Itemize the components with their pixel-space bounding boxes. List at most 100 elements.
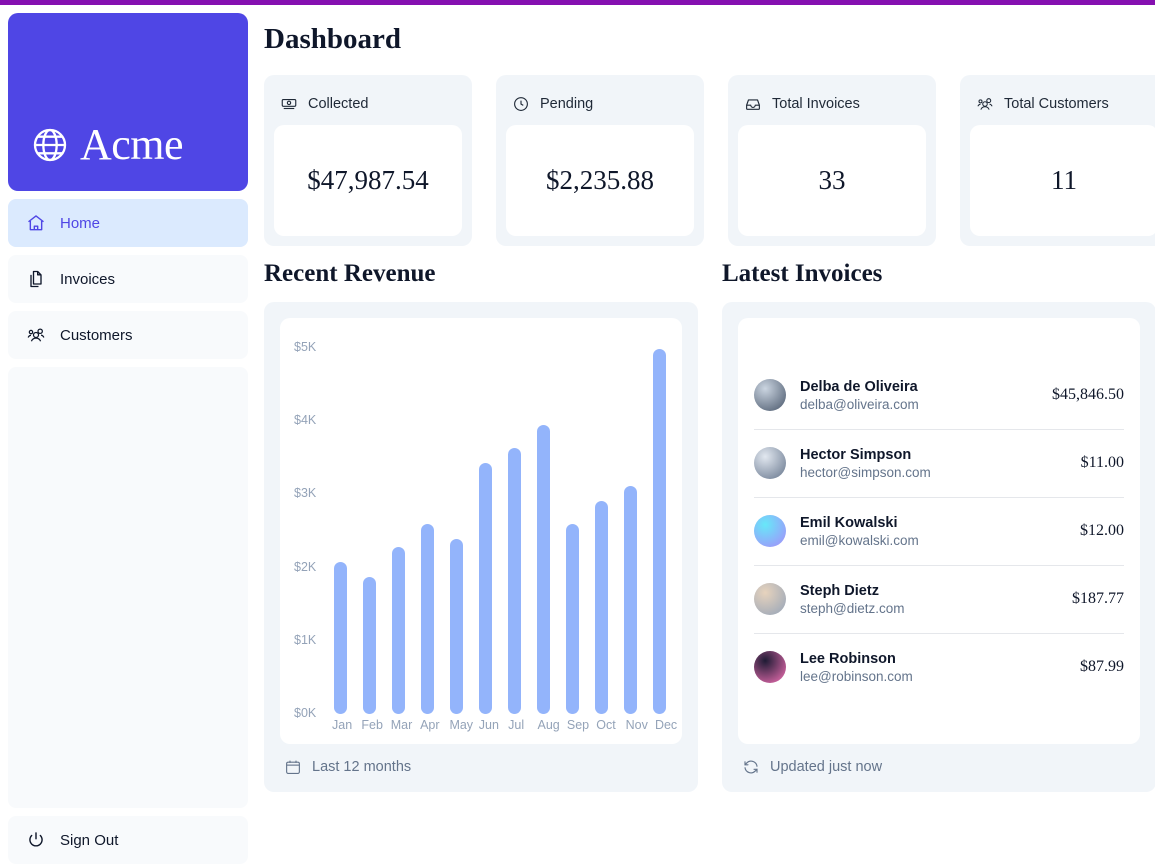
chart-bar bbox=[537, 425, 550, 714]
chart-x-tick: Mar bbox=[390, 718, 413, 732]
document-duplicate-icon bbox=[26, 269, 46, 289]
power-icon bbox=[26, 830, 46, 850]
chart-x-tick: May bbox=[449, 718, 474, 732]
sidebar: Acme Home Invoices Customers Sign Out bbox=[0, 5, 256, 864]
invoice-customer-name: Lee Robinson bbox=[800, 650, 896, 667]
calendar-icon bbox=[284, 758, 302, 776]
chart-bar bbox=[653, 349, 666, 714]
chart-x-tick: Oct bbox=[596, 718, 616, 732]
chart-x-axis: Jan Feb Mar Apr May Jun Jul Aug Sep Oct Nov Dec bbox=[332, 714, 678, 736]
invoice-meta: Emil Kowalski emil@kowalski.com bbox=[800, 515, 1066, 548]
revenue-title: Recent Revenue bbox=[264, 260, 436, 287]
avatar bbox=[754, 447, 786, 479]
sign-out-label: Sign Out bbox=[60, 831, 119, 849]
invoices-footer-label: Updated just now bbox=[770, 759, 883, 775]
invoice-customer-name: Steph Dietz bbox=[800, 582, 879, 599]
invoice-customer-email: hector@simpson.com bbox=[800, 464, 931, 480]
top-loading-bar bbox=[0, 0, 1155, 5]
invoice-row[interactable]: Emil Kowalski emil@kowalski.com $12.00 bbox=[754, 496, 1124, 565]
sidebar-spacer bbox=[8, 367, 248, 808]
sidebar-item-customers[interactable]: Customers bbox=[8, 311, 248, 359]
invoice-row[interactable]: Steph Dietz steph@dietz.com $187.77 bbox=[754, 564, 1124, 633]
chart-x-tick: Jun bbox=[478, 718, 499, 732]
chart-x-tick: Dec bbox=[654, 718, 678, 732]
brand-name: Acme bbox=[80, 120, 184, 169]
home-icon bbox=[26, 213, 46, 233]
invoice-customer-email: steph@dietz.com bbox=[800, 600, 905, 616]
chart-x-tick: Jan bbox=[332, 718, 353, 732]
sidebar-item-label: Home bbox=[60, 214, 101, 232]
revenue-chart: $5K $4K $3K $2K $1K $0K Jan Feb Mar Apr May Jun Jul… bbox=[280, 318, 682, 744]
refresh-icon bbox=[742, 758, 760, 776]
invoice-row[interactable]: Delba de Oliveira delba@oliveira.com $45,8… bbox=[754, 362, 1124, 429]
chart-bar bbox=[624, 486, 637, 714]
chart-x-tick: Jul bbox=[508, 718, 525, 732]
chart-bar bbox=[508, 448, 521, 714]
chart-x-tick: Apr bbox=[420, 718, 440, 732]
card-collected: Collected $47,987.54 bbox=[264, 75, 472, 246]
invoice-meta: Delba de Oliveira delba@oliveira.com bbox=[800, 379, 1038, 412]
card-value: 33 bbox=[738, 125, 926, 236]
chart-bar bbox=[595, 501, 608, 714]
invoice-customer-email: lee@robinson.com bbox=[800, 668, 913, 684]
card-label: Total Customers bbox=[1004, 96, 1109, 112]
chart-bar bbox=[421, 524, 434, 714]
revenue-footer-label: Last 12 months bbox=[312, 759, 412, 775]
invoice-meta: Lee Robinson lee@robinson.com bbox=[800, 651, 1066, 684]
chart-bars bbox=[332, 334, 668, 714]
card-value: 11 bbox=[970, 125, 1155, 236]
sidebar-item-label: Customers bbox=[60, 326, 133, 344]
invoice-amount: $87.99 bbox=[1080, 658, 1124, 675]
invoices-list: Delba de Oliveira delba@oliveira.com $45,8… bbox=[738, 318, 1140, 744]
chart-bar bbox=[392, 546, 405, 714]
brand-logo[interactable]: Acme bbox=[8, 13, 248, 191]
sidebar-item-home[interactable]: Home bbox=[8, 199, 248, 247]
invoice-row[interactable]: Hector Simpson hector@simpson.com $11.00 bbox=[754, 428, 1124, 497]
user-group-icon bbox=[976, 95, 994, 113]
chart-bar bbox=[566, 524, 579, 714]
user-group-icon bbox=[26, 325, 46, 345]
chart-y-tick: $0K bbox=[294, 705, 317, 720]
invoice-amount: $45,846.50 bbox=[1052, 386, 1124, 403]
chart-x-tick: Aug bbox=[537, 718, 560, 732]
card-pending: Pending $2,235.88 bbox=[496, 75, 704, 246]
card-value: $47,987.54 bbox=[274, 125, 462, 236]
avatar bbox=[754, 515, 786, 547]
sign-out-button[interactable]: Sign Out bbox=[8, 816, 248, 864]
chart-y-axis: $5K $4K $3K $2K $1K $0K bbox=[294, 334, 332, 720]
chart-bar bbox=[450, 539, 463, 714]
clock-icon bbox=[512, 95, 530, 113]
chart-y-tick: $3K bbox=[294, 486, 317, 501]
chart-x-tick: Sep bbox=[566, 718, 590, 732]
globe-icon bbox=[30, 125, 70, 165]
chart-bar bbox=[363, 577, 376, 714]
invoice-row[interactable]: Lee Robinson lee@robinson.com $87.99 bbox=[754, 632, 1124, 701]
revenue-footer: Last 12 months bbox=[280, 744, 682, 776]
page-title: Dashboard bbox=[264, 23, 401, 55]
chart-bar bbox=[334, 562, 347, 714]
invoices-title: Latest Invoices bbox=[722, 260, 883, 287]
revenue-panel: Recent Revenue $5K $4K $3K $2K $1K $0K Jan Feb… bbox=[264, 260, 698, 792]
chart-y-tick: $1K bbox=[294, 632, 317, 647]
invoice-customer-name: Hector Simpson bbox=[800, 446, 912, 463]
invoice-amount: $187.77 bbox=[1072, 590, 1124, 607]
chart-x-tick: Nov bbox=[625, 718, 648, 732]
invoice-amount: $11.00 bbox=[1080, 454, 1124, 471]
card-total-invoices: Total Invoices 33 bbox=[728, 75, 936, 246]
invoice-customer-name: Delba de Oliveira bbox=[800, 378, 918, 395]
invoices-footer: Updated just now bbox=[738, 744, 1140, 776]
chart-bar bbox=[479, 463, 492, 714]
invoice-amount: $12.00 bbox=[1080, 522, 1124, 539]
invoices-panel: Latest Invoices Delba de Oliveira delba@o… bbox=[722, 260, 1155, 792]
card-label: Collected bbox=[308, 96, 369, 112]
card-label: Total Invoices bbox=[772, 96, 860, 112]
sidebar-item-label: Invoices bbox=[60, 270, 116, 288]
chart-x-tick: Feb bbox=[361, 718, 383, 732]
sidebar-nav: Home Invoices Customers bbox=[8, 199, 248, 359]
sidebar-item-invoices[interactable]: Invoices bbox=[8, 255, 248, 303]
app-root: Acme Home Invoices Customers Sign Out Da… bbox=[0, 0, 1155, 864]
inbox-icon bbox=[744, 95, 762, 113]
card-value: $2,235.88 bbox=[506, 125, 694, 236]
chart-y-tick: $5K bbox=[294, 340, 317, 354]
invoice-meta: Hector Simpson hector@simpson.com bbox=[800, 447, 1067, 480]
